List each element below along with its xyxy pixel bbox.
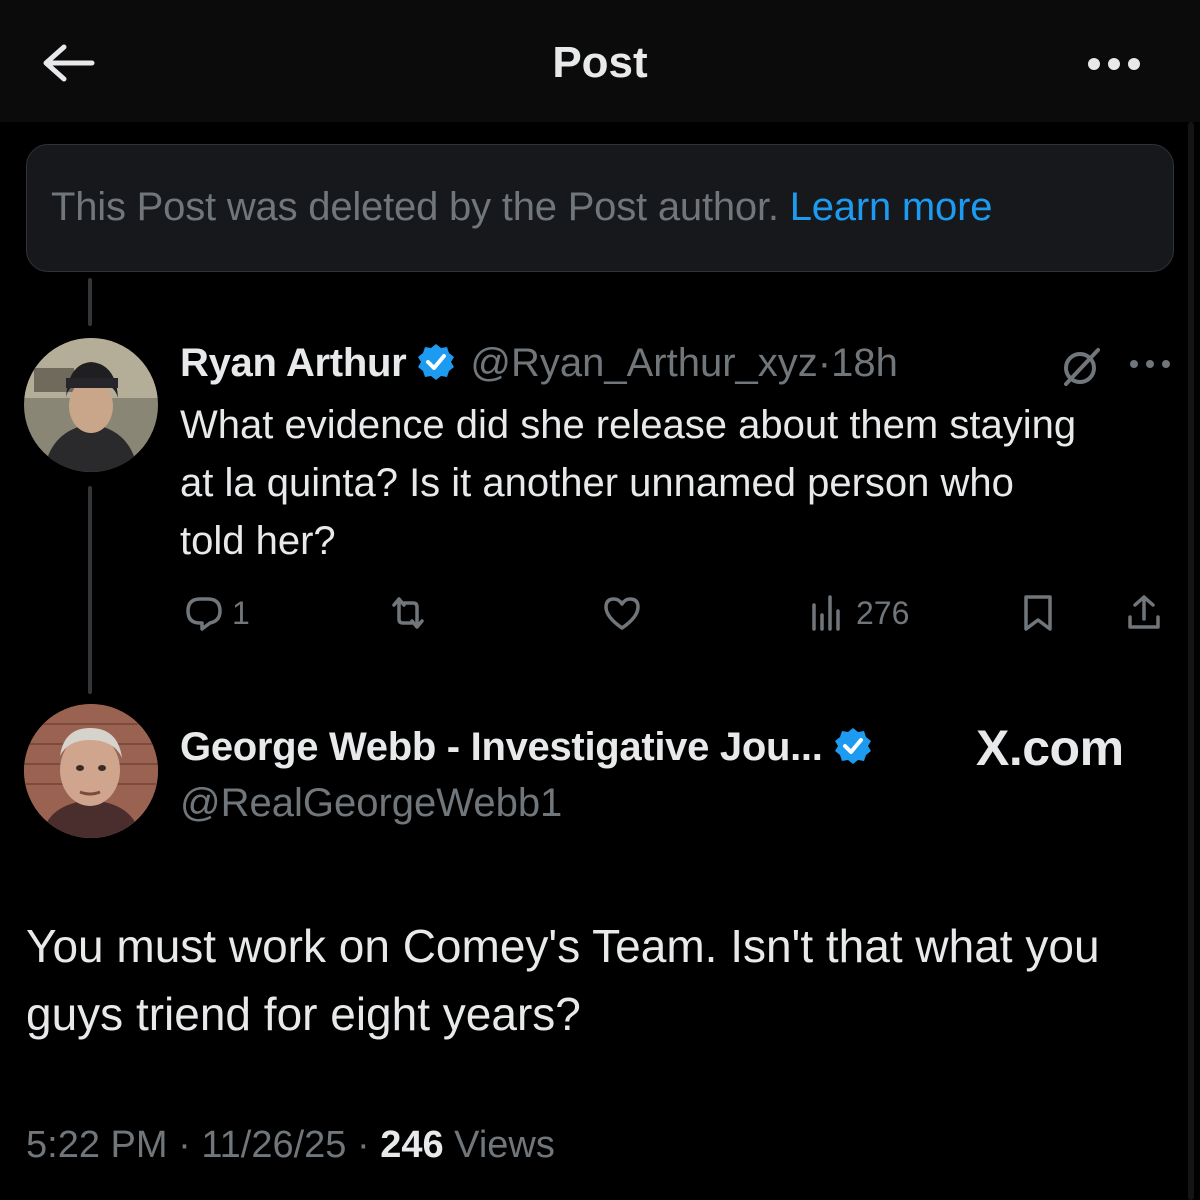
post-time[interactable]: 18h — [831, 341, 898, 385]
author-name[interactable]: George Webb - Investigative Jou... — [180, 725, 823, 769]
thread-connector-line — [88, 278, 92, 326]
x-com-watermark: X.com — [976, 720, 1124, 776]
views-count[interactable]: 246 — [380, 1124, 443, 1166]
avatar[interactable] — [24, 338, 158, 472]
repost-icon — [392, 597, 424, 629]
page-title: Post — [552, 38, 648, 87]
views-count: 276 — [856, 594, 910, 631]
reply-header: Ryan Arthur @Ryan_Arthur_xyz·18h — [180, 338, 898, 388]
heart-icon — [604, 597, 640, 630]
reply-button[interactable]: 1 — [182, 586, 250, 640]
learn-more-link[interactable]: Learn more — [790, 185, 993, 229]
post-time[interactable]: 5:22 PM — [26, 1124, 168, 1166]
repost-button[interactable] — [386, 586, 430, 640]
reply-more-options-icon[interactable] — [1128, 356, 1172, 372]
views-button[interactable]: 276 — [806, 586, 909, 640]
separator-dot: · — [178, 1124, 191, 1166]
author-handle[interactable]: @RealGeorgeWebb1 — [180, 778, 562, 828]
verified-badge-icon — [418, 344, 455, 380]
reply-text: What evidence did she release about them… — [180, 403, 1077, 563]
main-author-line: George Webb - Investigative Jou... — [180, 722, 887, 772]
grok-icon[interactable] — [1058, 344, 1104, 390]
post-date[interactable]: 11/26/25 — [201, 1124, 346, 1166]
separator-dot: · — [817, 341, 832, 385]
post-meta: 5:22 PM · 11/26/25 · 246 Views — [26, 1120, 555, 1170]
avatar[interactable] — [24, 704, 158, 838]
reply-icon — [186, 597, 222, 631]
share-icon — [1128, 595, 1160, 629]
views-label: Views — [454, 1124, 555, 1166]
bookmark-button[interactable] — [1016, 586, 1060, 640]
bookmark-icon — [1024, 595, 1052, 631]
more-options-icon[interactable] — [1086, 54, 1142, 74]
deleted-post-notice: This Post was deleted by the Post author… — [26, 144, 1174, 272]
post-text: You must work on Comey's Team. Isn't tha… — [26, 920, 1100, 1040]
scrollbar[interactable] — [1188, 122, 1194, 1200]
deleted-notice-message: This Post was deleted by the Post author… — [51, 185, 779, 229]
share-button[interactable] — [1122, 586, 1166, 640]
verified-badge-icon — [834, 728, 871, 764]
reply-action-bar: 1 276 — [0, 586, 1200, 640]
like-button[interactable] — [600, 586, 644, 640]
views-chart-icon — [812, 595, 840, 631]
author-name[interactable]: Ryan Arthur — [180, 341, 407, 385]
author-handle[interactable]: @Ryan_Arthur_xyz — [470, 341, 817, 385]
top-bar: Post — [0, 0, 1200, 122]
reply-count: 1 — [232, 594, 250, 631]
deleted-notice-text: This Post was deleted by the Post author… — [51, 183, 992, 231]
separator-dot: · — [356, 1124, 370, 1166]
